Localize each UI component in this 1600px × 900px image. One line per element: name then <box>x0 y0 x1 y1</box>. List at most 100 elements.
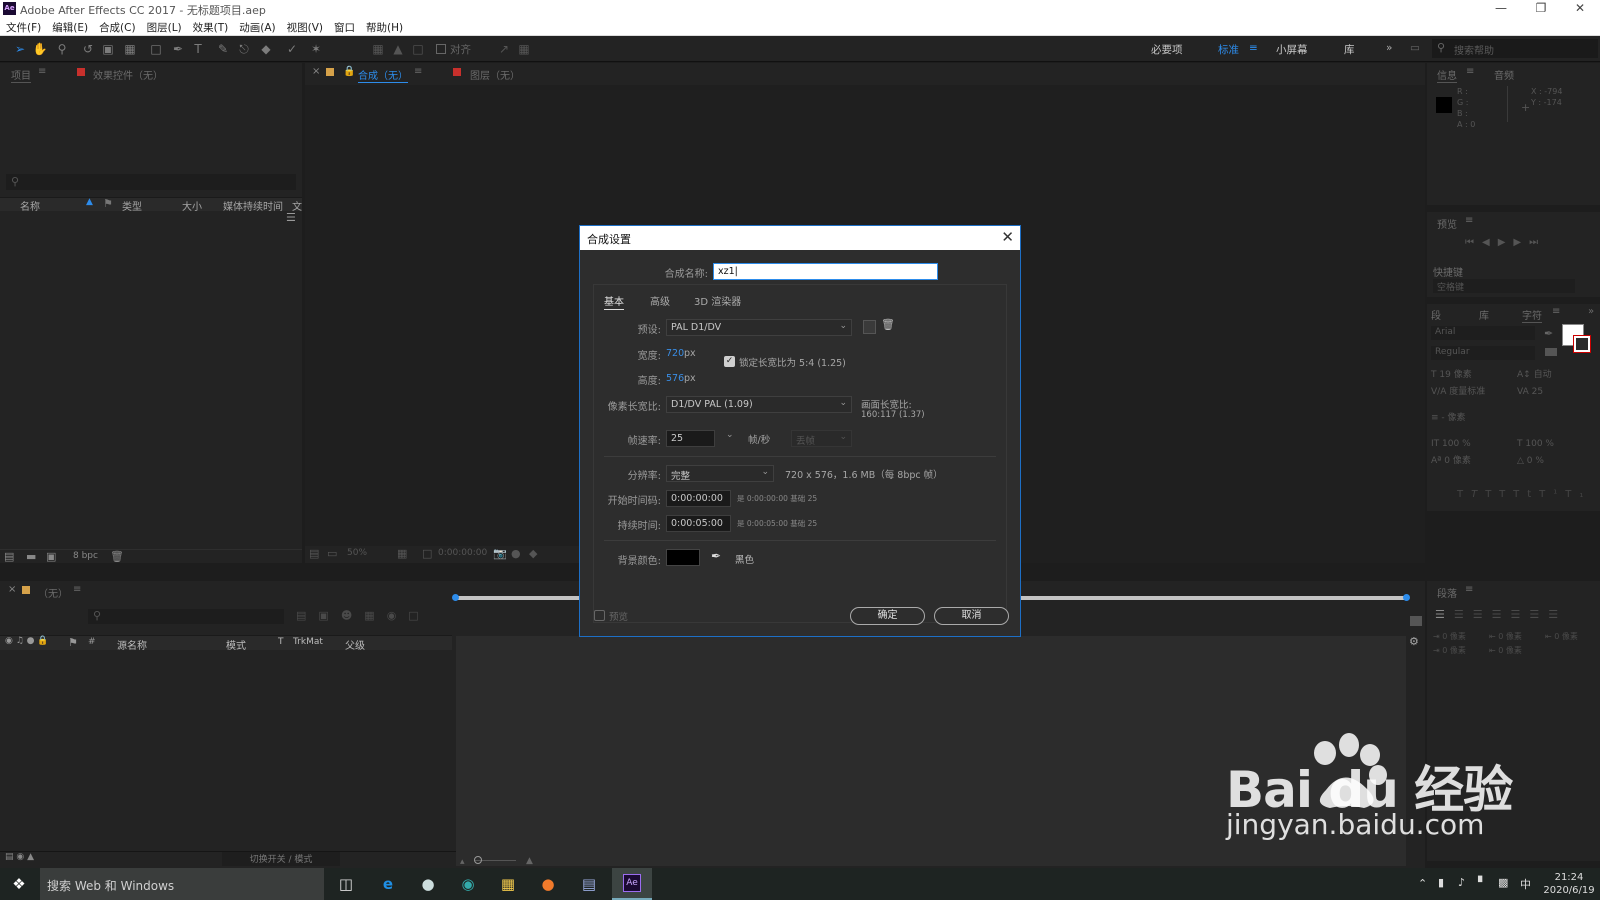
tab-effect-controls[interactable]: 效果控件（无） <box>93 67 163 82</box>
ok-button[interactable]: 确定 <box>850 607 925 625</box>
snap-icon[interactable]: ↗ <box>496 41 512 57</box>
bpc-toggle[interactable]: 8 bpc <box>73 551 98 561</box>
workspace-essentials[interactable]: 必要项 <box>1151 42 1183 57</box>
comp-name-input[interactable]: xz1| <box>713 263 938 280</box>
close-tab-icon[interactable]: × <box>312 66 320 77</box>
file-explorer-icon[interactable]: ▦ <box>497 874 519 894</box>
puppet-pin-tool-icon[interactable]: ✶ <box>308 41 324 57</box>
resolution-select[interactable]: 完整 ⌄ <box>666 465 774 482</box>
column-name[interactable]: 名称 <box>20 198 40 213</box>
action-center-icon[interactable]: ▩ <box>1498 876 1508 889</box>
space-before-value[interactable]: 0 像素 <box>1498 646 1522 655</box>
menu-effect[interactable]: 效果(T) <box>187 18 234 35</box>
menu-edit[interactable]: 编辑(E) <box>46 18 93 35</box>
tab-character[interactable]: 字符 <box>1522 307 1542 323</box>
workspace-libraries[interactable]: 库 <box>1344 42 1355 57</box>
justify-all-icon[interactable]: ☰ <box>1548 608 1567 621</box>
comp-button-icon[interactable]: ⚙ <box>1409 635 1419 648</box>
tracking-value[interactable]: 25 <box>1532 387 1543 397</box>
view-axis-icon[interactable]: □ <box>410 41 426 57</box>
panel-toggle-icon[interactable]: ▭ <box>1410 42 1420 54</box>
align-right-icon[interactable]: ☰ <box>1473 608 1492 621</box>
timeline-search-field[interactable]: ⚲ <box>88 609 284 624</box>
tab-advanced[interactable]: 高级 <box>650 293 670 308</box>
height-value[interactable]: 576 <box>666 373 684 384</box>
justify-center-icon[interactable]: ☰ <box>1511 608 1530 621</box>
framerate-input[interactable]: 25 <box>666 430 715 447</box>
first-frame-icon[interactable]: ⏮ <box>1465 237 1482 248</box>
monitor-icon[interactable]: ▭ <box>327 547 337 560</box>
menu-view[interactable]: 视图(V) <box>281 18 328 35</box>
pen-tool-icon[interactable]: ✒ <box>170 41 186 57</box>
zoom-slider[interactable] <box>474 856 516 865</box>
justify-right-icon[interactable]: ☰ <box>1529 608 1548 621</box>
font-size-value[interactable]: 19 像素 <box>1439 370 1471 380</box>
workspace-standard[interactable]: 标准 <box>1218 42 1239 57</box>
workspace-menu-icon[interactable]: ≡ <box>1249 42 1258 54</box>
menu-layer[interactable]: 图层(L) <box>141 18 187 35</box>
app-icon-2[interactable]: ◉ <box>457 874 479 894</box>
tab-3d-renderer[interactable]: 3D 渲染器 <box>694 293 741 308</box>
brush-tool-icon[interactable]: ✎ <box>215 41 231 57</box>
column-trkmat[interactable]: TrkMat <box>293 637 323 647</box>
horizontal-scale-value[interactable]: 100 % <box>1525 439 1554 449</box>
menu-composition[interactable]: 合成(C) <box>93 18 141 35</box>
pixel-aspect-select[interactable]: D1/DV PAL (1.09) ⌄ <box>666 396 852 413</box>
world-axis-icon[interactable]: ▲ <box>390 41 406 57</box>
next-frame-icon[interactable]: ▶ <box>1513 237 1529 248</box>
tsume-value[interactable]: 0 % <box>1527 456 1544 466</box>
snap-options-icon[interactable]: ▦ <box>516 41 532 57</box>
width-value[interactable]: 720 <box>666 348 684 359</box>
stroke-width-value[interactable]: - 像素 <box>1441 413 1465 423</box>
panel-menu-icon[interactable]: ≡ <box>1466 66 1474 77</box>
trash-icon[interactable]: 🗑 <box>110 550 124 563</box>
zoom-tool-icon[interactable]: ⚲ <box>54 41 70 57</box>
cancel-button[interactable]: 取消 <box>934 607 1009 625</box>
faux-italic-icon[interactable]: T <box>1471 489 1485 500</box>
indent-left-value[interactable]: 0 像素 <box>1442 632 1466 641</box>
tab-basic[interactable]: 基本 <box>604 293 624 310</box>
eyedropper-icon[interactable]: ✒ <box>1544 327 1553 340</box>
minimize-icon[interactable]: — <box>1486 1 1516 15</box>
leading-value[interactable]: 自动 <box>1534 370 1552 380</box>
mask-toggle-icon[interactable]: □ <box>422 547 432 560</box>
vertical-scale-value[interactable]: 100 % <box>1442 439 1471 449</box>
work-area-end-handle[interactable] <box>1403 594 1410 601</box>
timeline-zoom-handle[interactable] <box>1410 616 1422 626</box>
stroke-color-swatch[interactable] <box>1573 335 1591 353</box>
tab-library[interactable]: 库 <box>1479 307 1489 322</box>
column-type[interactable]: 类型 <box>122 198 142 213</box>
type-tool-icon[interactable]: T <box>190 41 206 57</box>
windows-start-icon[interactable]: ❖ <box>8 874 30 894</box>
more-icon[interactable]: » <box>1588 306 1594 317</box>
color-channel-icon[interactable]: ◆ <box>529 547 537 560</box>
panel-menu-icon[interactable]: ≡ <box>38 66 46 77</box>
font-style-select[interactable]: Regular <box>1431 346 1535 360</box>
faux-bold-icon[interactable]: T <box>1457 489 1471 500</box>
superscript-icon[interactable]: T¹ <box>1539 489 1565 500</box>
motion-blur-icon[interactable]: ◉ <box>387 609 409 622</box>
prev-frame-icon[interactable]: ◀ <box>1482 237 1498 248</box>
app-icon-3[interactable]: ▤ <box>578 874 600 894</box>
pan-behind-tool-icon[interactable]: ▦ <box>122 41 138 57</box>
kerning-value[interactable]: 度量标准 <box>1449 387 1485 397</box>
zoom-dropdown[interactable]: 50% <box>347 548 367 558</box>
menu-help[interactable]: 帮助(H) <box>360 18 408 35</box>
menu-file[interactable]: 文件(F) <box>0 18 46 35</box>
column-parent[interactable]: 父级 <box>345 637 365 652</box>
panel-menu-icon[interactable]: ≡ <box>1552 306 1560 317</box>
roto-brush-tool-icon[interactable]: ✓ <box>284 41 300 57</box>
rotate-tool-icon[interactable]: ↺ <box>80 41 96 57</box>
task-view-icon[interactable]: ◫ <box>335 874 357 894</box>
workspace-small-screen[interactable]: 小屏幕 <box>1276 42 1308 57</box>
always-preview-icon[interactable]: ▤ <box>309 547 319 560</box>
duration-input[interactable]: 0:00:05:00 <box>666 515 731 532</box>
current-timecode[interactable]: 0:00:00:00 <box>438 548 487 558</box>
trash-icon[interactable]: 🗑 <box>881 318 895 331</box>
snapshot-icon[interactable]: 📷 <box>493 547 507 560</box>
hand-tool-icon[interactable]: ✋ <box>32 41 48 57</box>
volume-icon[interactable]: ♪ <box>1458 876 1465 889</box>
framerate-dropdown-icon[interactable]: ⌄ <box>726 430 734 440</box>
tab-effects-presets[interactable]: 段 <box>1431 307 1441 322</box>
menu-animation[interactable]: 动画(A) <box>233 18 280 35</box>
